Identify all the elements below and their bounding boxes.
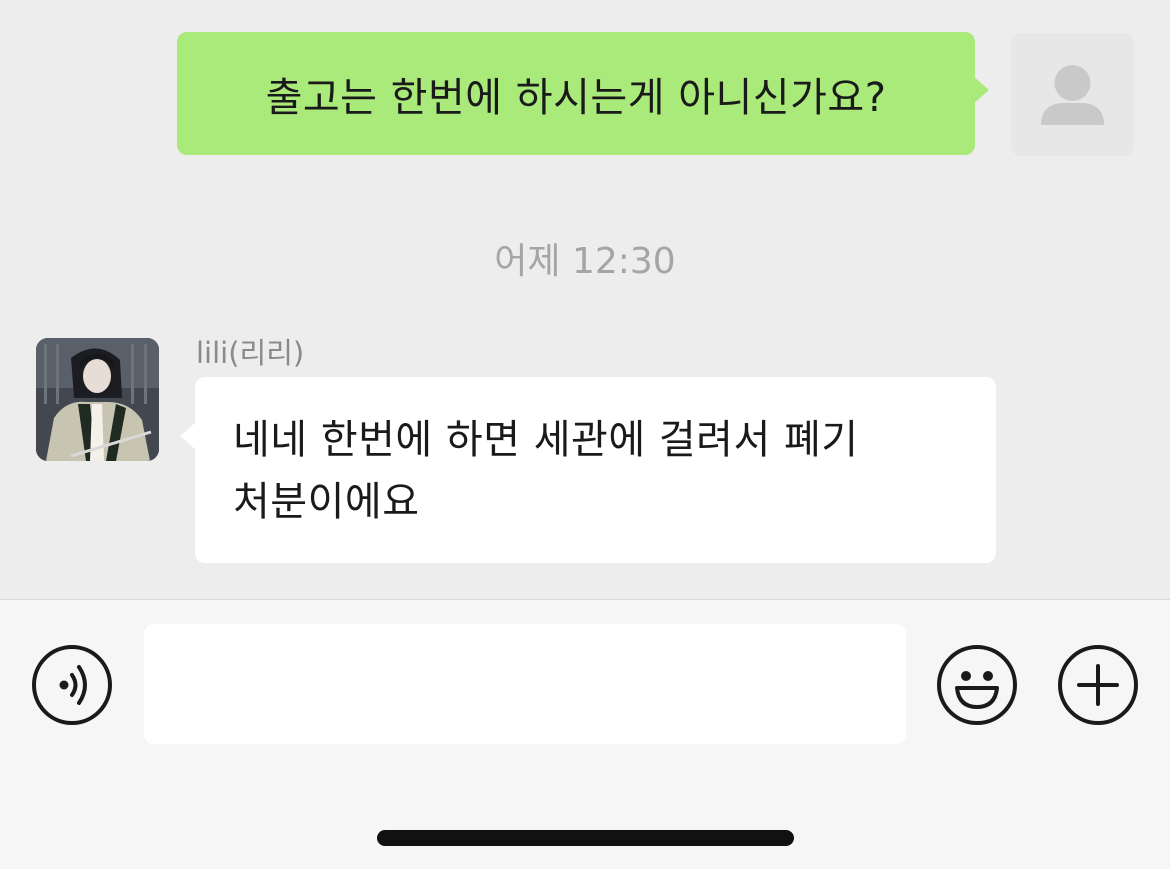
input-bar xyxy=(0,599,1170,869)
plus-icon xyxy=(1077,664,1119,706)
outgoing-message-text: 출고는 한번에 하시는게 아니신가요? xyxy=(265,74,887,121)
incoming-message-line: 처분이에요 xyxy=(233,479,420,525)
incoming-message-line: 네네 한번에 하면 세관에 걸려서 폐기 xyxy=(233,417,859,463)
emoji-button[interactable] xyxy=(937,645,1017,725)
message-timestamp: 어제 12:30 xyxy=(494,241,676,282)
my-avatar[interactable] xyxy=(1011,33,1134,156)
home-indicator[interactable] xyxy=(377,830,794,846)
outgoing-message-bubble[interactable]: 출고는 한번에 하시는게 아니신가요? xyxy=(177,32,989,155)
voice-icon xyxy=(59,665,87,705)
message-input[interactable] xyxy=(144,624,906,744)
chat-screen: 출고는 한번에 하시는게 아니신가요? 어제 12:30 lili(리리) 네네… xyxy=(0,0,1170,869)
voice-button[interactable] xyxy=(32,645,112,725)
sender-avatar[interactable] xyxy=(36,338,159,461)
incoming-message-bubble[interactable]: 네네 한번에 하면 세관에 걸려서 폐기 처분이에요 xyxy=(180,377,996,563)
message-list[interactable]: 출고는 한번에 하시는게 아니신가요? 어제 12:30 lili(리리) 네네… xyxy=(0,0,1170,599)
person-placeholder-icon xyxy=(1041,65,1104,125)
sender-name: lili(리리) xyxy=(196,336,305,370)
plus-button[interactable] xyxy=(1058,645,1138,725)
profile-photo xyxy=(36,338,159,461)
emoji-icon xyxy=(955,671,999,709)
